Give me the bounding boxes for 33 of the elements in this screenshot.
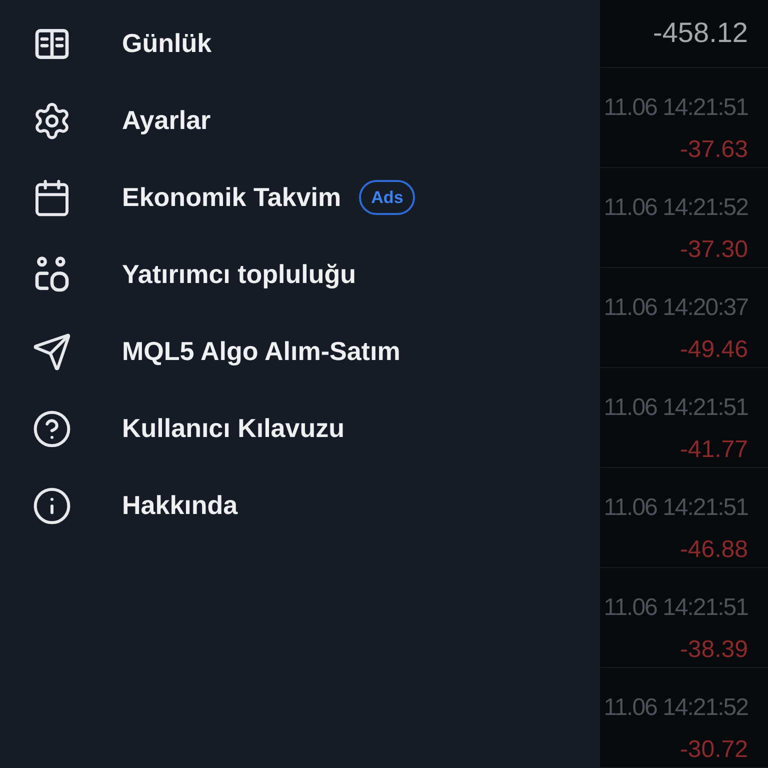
trade-profit: -46.88 [680,535,748,565]
menu-label: Kullanıcı Kılavuzu [122,412,344,445]
trade-profit: -49.46 [680,335,748,365]
menu-item[interactable]: Ekonomik Takvim Ads [0,159,600,236]
ads-tag: Ads [359,180,416,216]
trade-profit: -38.39 [680,635,748,665]
menu-label: MQL5 Algo Alım-Satım [122,335,400,368]
menu-item[interactable]: MQL5 Algo Alım-Satım [0,313,600,390]
menu-label: Ayarlar [122,104,211,137]
menu-item[interactable]: Hakkında [0,467,600,544]
menu-item[interactable]: Yatırımcı topluluğu [0,236,600,313]
info-icon [32,486,72,526]
menu-label: Yatırımcı topluluğu [122,258,356,291]
trade-time: 11.06 14:21:51 [604,393,748,423]
trade-time: 11.06 14:21:52 [604,193,748,223]
menu-item[interactable]: Ayarlar [0,82,600,159]
total-value: -458.12 [653,16,748,50]
paper-plane-icon [32,332,72,372]
menu-item[interactable]: Kullanıcı Kılavuzu [0,390,600,467]
menu-item[interactable]: Günlük [0,5,600,82]
menu-label: Ekonomik Takvim [122,181,342,214]
trade-time: 11.06 14:21:51 [604,93,748,123]
menu-label: Günlük [122,27,212,60]
trade-time: 11.06 14:21:51 [604,593,748,623]
trade-profit: -30.72 [680,735,748,765]
trade-time: 11.06 14:20:37 [604,293,748,323]
trade-time: 11.06 14:21:52 [604,693,748,723]
help-icon [32,408,72,448]
trade-profit: -37.30 [680,235,748,265]
trade-profit: -37.63 [680,135,748,165]
trade-profit: -41.77 [680,435,748,465]
menu-label: Hakkında [122,489,238,522]
trade-time: 11.06 14:21:51 [604,493,748,523]
